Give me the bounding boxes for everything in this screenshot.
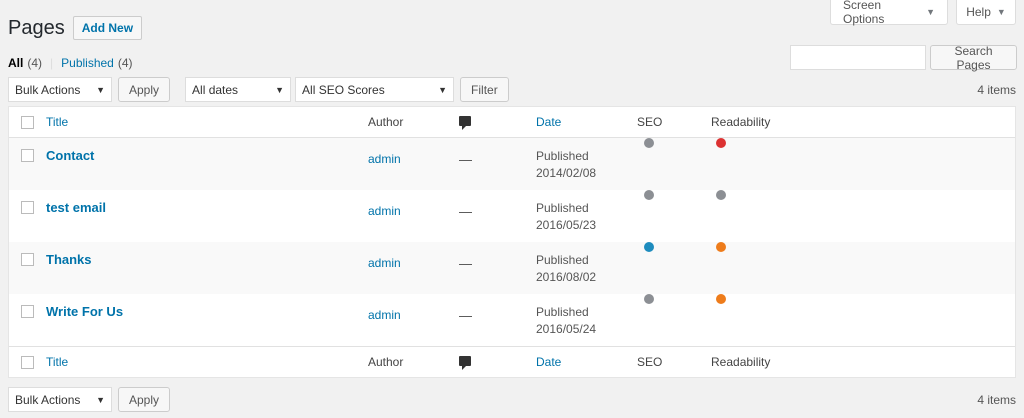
comments-count: — <box>459 152 472 167</box>
row-checkbox[interactable] <box>21 149 34 162</box>
row-checkbox[interactable] <box>21 201 34 214</box>
column-seo-footer: SEO <box>637 355 663 369</box>
seo-score-dot <box>644 190 654 200</box>
seo-score-dot <box>644 138 654 148</box>
table-row: Write For Us admin — Published 2016/05/24 <box>9 294 1015 346</box>
author-link[interactable]: admin <box>368 204 401 218</box>
author-link[interactable]: admin <box>368 308 401 322</box>
row-checkbox[interactable] <box>21 253 34 266</box>
comment-bubble-icon <box>459 356 471 370</box>
separator: | <box>50 56 54 70</box>
help-button[interactable]: Help ▼ <box>956 0 1016 25</box>
bulk-actions-select[interactable]: Bulk Actions ▼ <box>8 77 112 102</box>
bulk-actions-value: Bulk Actions <box>15 392 81 407</box>
caret-down-icon: ▼ <box>996 7 1006 17</box>
caret-down-icon: ▼ <box>926 7 935 17</box>
add-new-button[interactable]: Add New <box>72 16 143 40</box>
seo-scores-filter-value: All SEO Scores <box>302 82 385 97</box>
caret-down-icon: ▼ <box>438 84 448 95</box>
status-text: Published <box>536 253 589 267</box>
page-title-link[interactable]: Write For Us <box>46 304 123 319</box>
status-text: Published <box>536 149 589 163</box>
caret-down-icon: ▼ <box>96 394 105 405</box>
screen-options-button[interactable]: Screen Options ▼ <box>830 0 948 26</box>
pages-table: Title Author Date SEO Readability Contac… <box>8 106 1016 378</box>
column-title-header[interactable]: Title <box>46 115 68 129</box>
readability-score-dot <box>716 138 726 148</box>
filter-published-link[interactable]: Published <box>61 56 114 70</box>
row-checkbox[interactable] <box>21 305 34 318</box>
search-pages-button[interactable]: Search Pages <box>930 44 1017 72</box>
seo-score-dot <box>644 294 654 304</box>
column-title-footer[interactable]: Title <box>46 355 68 369</box>
column-readability-footer: Readability <box>711 355 771 369</box>
page-title-link[interactable]: test email <box>46 200 106 215</box>
table-footer-row: Title Author Date SEO Readability <box>9 346 1015 377</box>
column-date-footer[interactable]: Date <box>536 354 561 371</box>
author-link[interactable]: admin <box>368 152 401 166</box>
apply-button[interactable]: Apply <box>118 77 171 102</box>
help-label: Help <box>966 5 991 19</box>
comment-bubble-icon <box>459 116 471 130</box>
date-cell: Published 2014/02/08 <box>536 148 596 182</box>
date-cell: Published 2016/08/02 <box>536 252 596 286</box>
date-cell: Published 2016/05/24 <box>536 304 596 338</box>
status-filter-links: All (4) | Published (4) <box>8 56 133 70</box>
page-title-link[interactable]: Contact <box>46 148 94 163</box>
date-text: 2014/02/08 <box>536 166 597 180</box>
comments-count: — <box>459 204 472 219</box>
seo-score-dot <box>644 242 654 252</box>
caret-down-icon: ▼ <box>96 84 105 95</box>
table-row: Thanks admin — Published 2016/08/02 <box>9 242 1015 294</box>
apply-button-bottom[interactable]: Apply <box>118 387 171 412</box>
select-all-checkbox[interactable] <box>21 116 34 129</box>
column-date-header[interactable]: Date <box>536 114 561 131</box>
page-title: Pages <box>8 16 65 39</box>
readability-score-dot <box>716 190 726 200</box>
select-all-checkbox[interactable] <box>21 356 34 369</box>
date-text: 2016/05/24 <box>536 322 597 336</box>
comments-column-footer[interactable] <box>459 355 471 370</box>
date-text: 2016/08/02 <box>536 270 597 284</box>
comments-count: — <box>459 308 472 323</box>
dates-filter-select[interactable]: All dates ▼ <box>185 77 292 102</box>
column-seo-header: SEO <box>637 115 663 129</box>
column-author-header: Author <box>368 115 404 129</box>
status-text: Published <box>536 201 589 215</box>
date-cell: Published 2016/05/23 <box>536 200 596 234</box>
search-input[interactable] <box>790 45 926 70</box>
readability-score-dot <box>716 294 726 304</box>
filter-all-link[interactable]: All <box>8 56 23 70</box>
table-header-row: Title Author Date SEO Readability <box>9 107 1015 138</box>
column-readability-header: Readability <box>711 115 771 129</box>
caret-down-icon: ▼ <box>275 84 285 95</box>
items-count-bottom: 4 items <box>977 392 1016 407</box>
bulk-actions-select-bottom[interactable]: Bulk Actions ▼ <box>8 387 112 412</box>
items-count: 4 items <box>977 82 1016 97</box>
comments-count: — <box>459 256 472 271</box>
comments-column-header[interactable] <box>459 115 471 130</box>
screen-options-label: Screen Options <box>843 0 885 26</box>
page-title-link[interactable]: Thanks <box>46 252 92 267</box>
status-text: Published <box>536 305 589 319</box>
author-link[interactable]: admin <box>368 256 401 270</box>
dates-filter-value: All dates <box>192 82 239 97</box>
table-row: test email admin — Published 2016/05/23 <box>9 190 1015 242</box>
filter-published-count: (4) <box>117 56 133 70</box>
bulk-actions-value: Bulk Actions <box>15 82 81 97</box>
date-text: 2016/05/23 <box>536 218 597 232</box>
filter-button[interactable]: Filter <box>460 77 509 102</box>
seo-scores-filter-select[interactable]: All SEO Scores ▼ <box>295 77 455 102</box>
column-author-footer: Author <box>368 355 404 369</box>
filter-all-count: (4) <box>27 56 43 70</box>
table-row: Contact admin — Published 2014/02/08 <box>9 138 1015 190</box>
readability-score-dot <box>716 242 726 252</box>
